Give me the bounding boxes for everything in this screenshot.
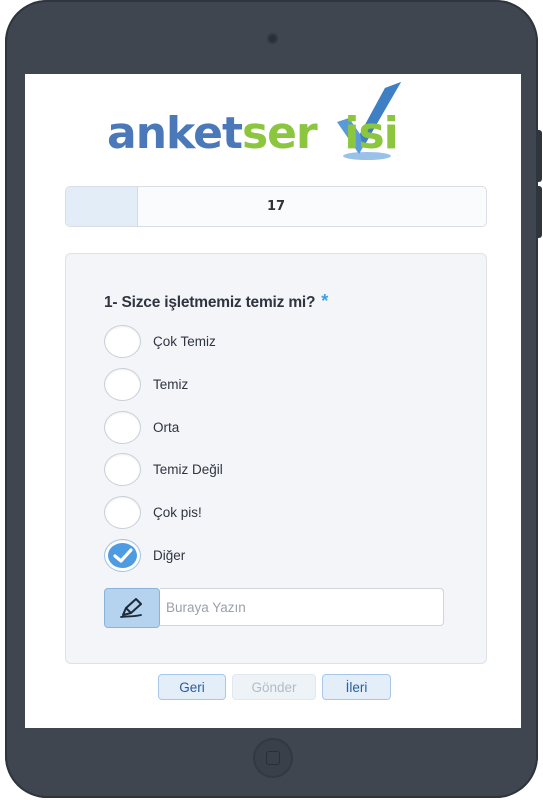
home-icon xyxy=(266,751,280,765)
logo-part-anket: anket xyxy=(107,108,243,159)
next-button[interactable]: İleri xyxy=(322,674,391,700)
required-asterisk: * xyxy=(321,291,329,311)
progress-bar: 17 xyxy=(65,186,487,227)
logo-part-isi: isi xyxy=(344,108,398,159)
logo-wordmark: anketservisi xyxy=(107,112,399,156)
option-label: Diğer xyxy=(153,547,186,563)
survey-screen: anketservisi 17 1- Sizce işletmemiz temi… xyxy=(25,74,521,728)
home-button[interactable] xyxy=(253,738,293,778)
option-cok-pis[interactable]: Çok pis! xyxy=(104,495,202,529)
back-button[interactable]: Geri xyxy=(158,674,226,700)
radio-button[interactable] xyxy=(104,324,141,358)
option-label: Orta xyxy=(153,419,180,435)
radio-button[interactable] xyxy=(104,410,141,444)
checkmark-icon xyxy=(113,547,133,563)
submit-button[interactable]: Gönder xyxy=(232,674,316,700)
option-label: Çok pis! xyxy=(153,504,202,520)
question-title: 1- Sizce işletmemiz temiz mi? * xyxy=(104,291,328,312)
camera-icon xyxy=(267,33,278,44)
option-cok-temiz[interactable]: Çok Temiz xyxy=(104,324,216,358)
option-label: Temiz xyxy=(153,376,189,392)
progress-value: 17 xyxy=(266,199,286,214)
question-card: 1- Sizce işletmemiz temiz mi? * Çok Temiz… xyxy=(65,253,487,664)
option-temiz-degil[interactable]: Temiz Değil xyxy=(104,452,223,486)
other-answer-input[interactable] xyxy=(160,588,444,626)
option-label: Çok Temiz xyxy=(153,333,216,349)
option-diger[interactable]: Diğer xyxy=(104,538,185,572)
option-label: Temiz Değil xyxy=(153,461,223,477)
radio-button[interactable] xyxy=(104,452,141,486)
pencil-icon xyxy=(104,588,160,628)
logo-part-ser: ser xyxy=(241,108,318,159)
brand-logo: anketservisi xyxy=(107,78,447,162)
volume-up-button xyxy=(536,130,542,182)
radio-button-checked[interactable] xyxy=(104,538,141,572)
radio-button[interactable] xyxy=(104,495,141,529)
question-title-text: 1- Sizce işletmemiz temiz mi? xyxy=(104,294,316,311)
radio-button[interactable] xyxy=(104,367,141,401)
option-temiz[interactable]: Temiz xyxy=(104,367,188,401)
option-orta[interactable]: Orta xyxy=(104,410,179,444)
volume-down-button xyxy=(536,186,542,238)
other-answer-group xyxy=(104,588,448,628)
